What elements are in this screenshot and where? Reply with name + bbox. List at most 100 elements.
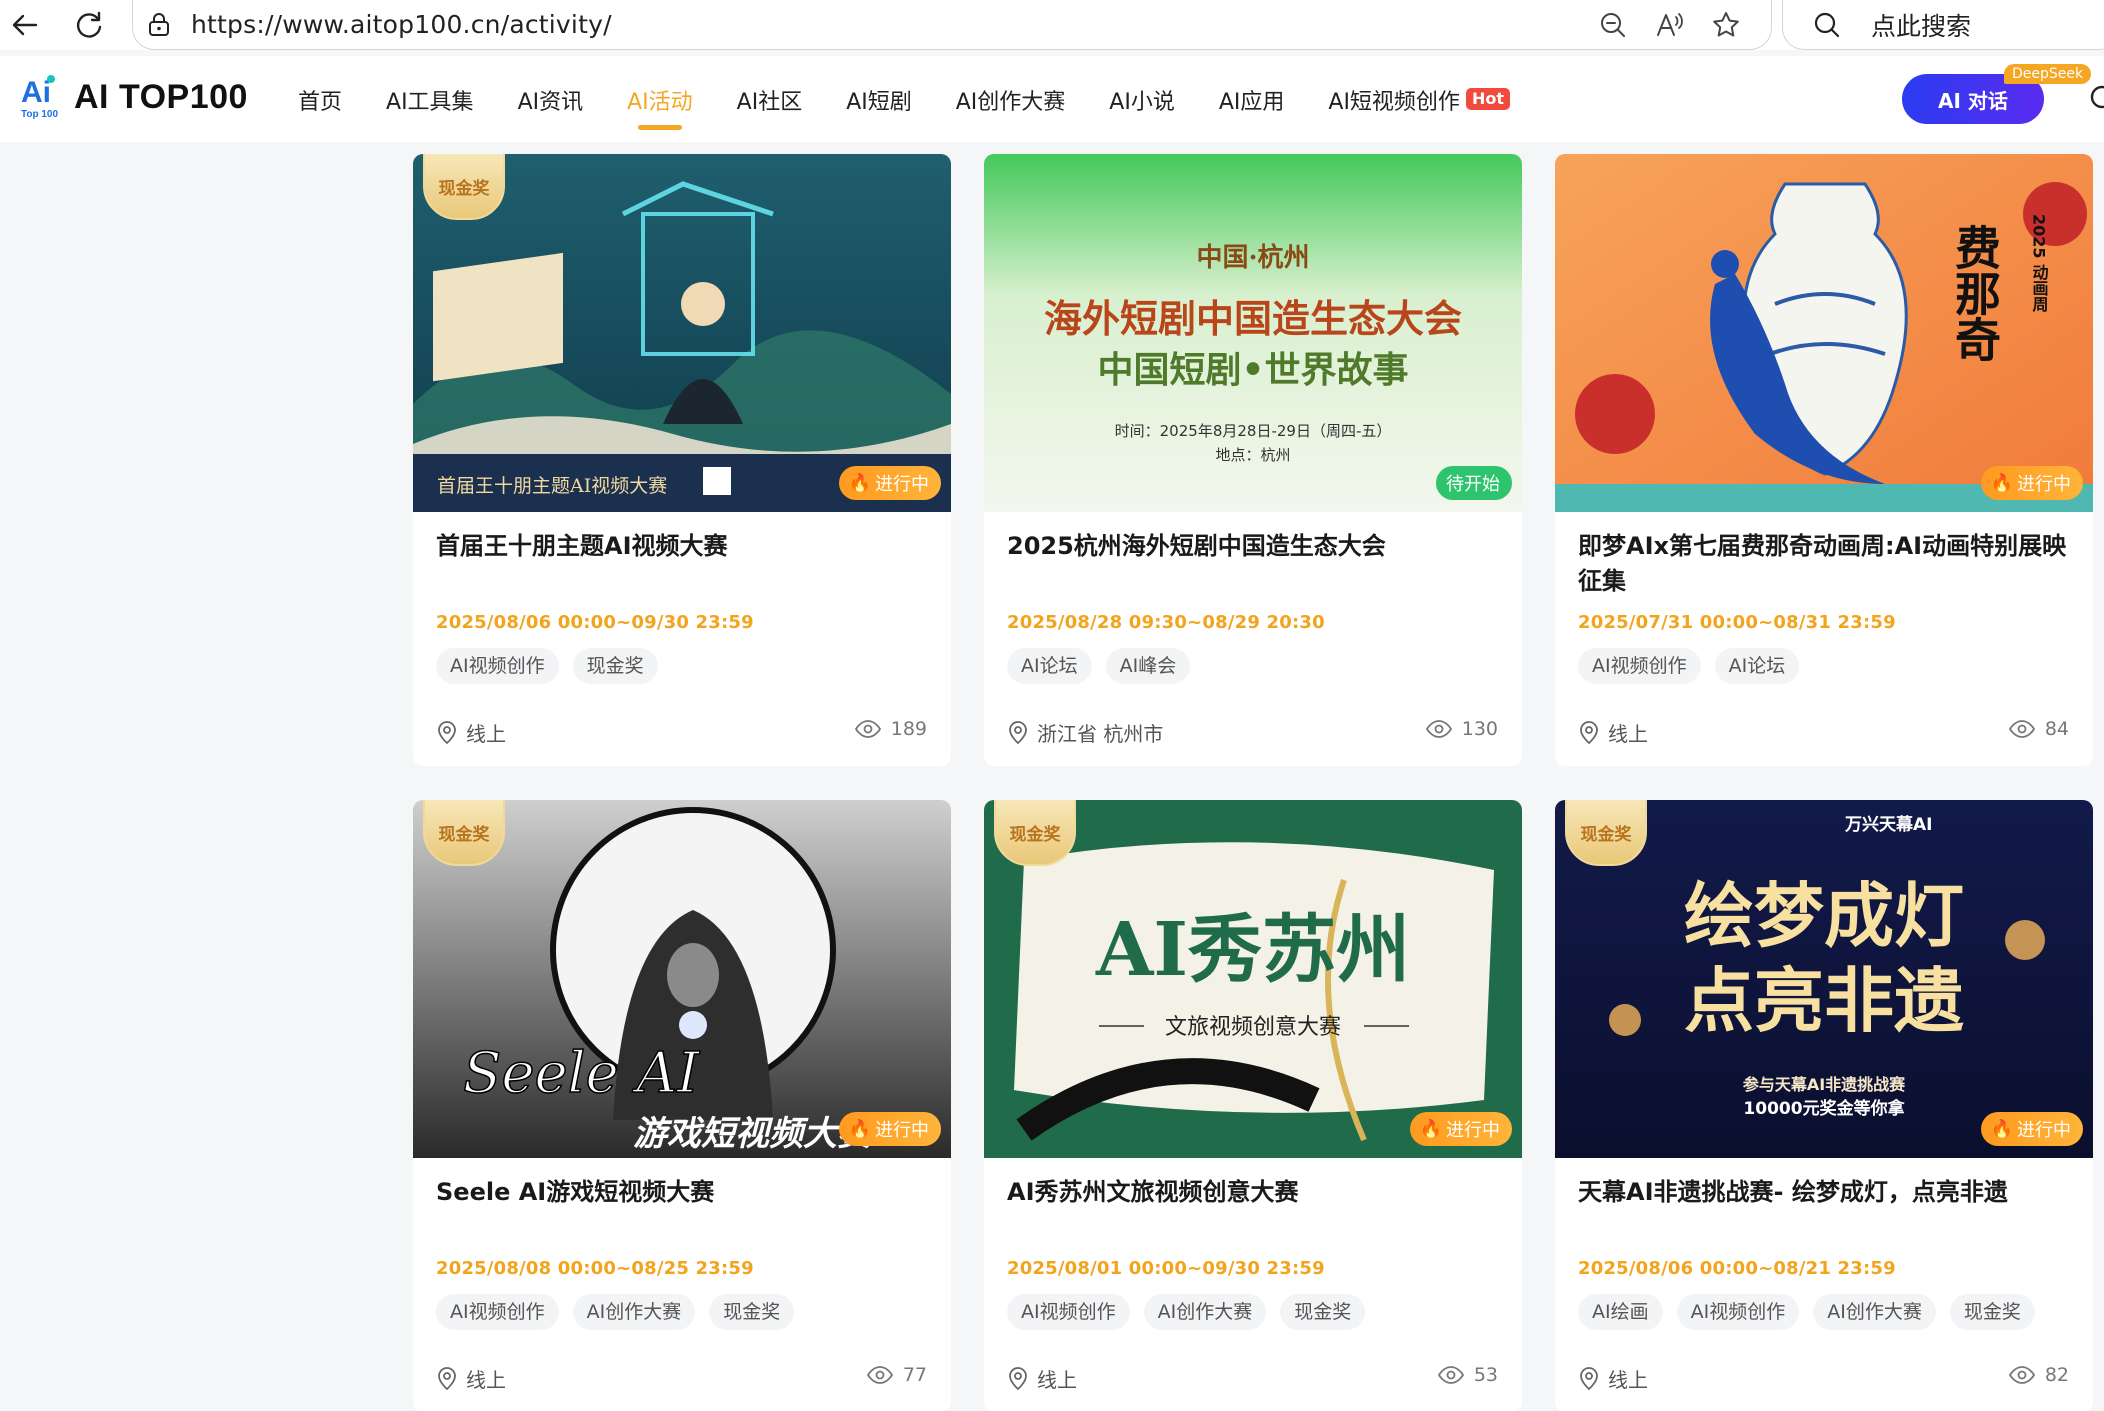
location-text: 线上 [466, 722, 506, 746]
logo-mark: Ai Top 100 [20, 74, 60, 120]
location-pin-icon [438, 720, 456, 744]
card-tags: AI视频创作 现金奖 [436, 648, 658, 684]
svg-text:Seele AI: Seele AI [463, 1041, 701, 1106]
status-badge: 🔥 进行中 [1980, 1112, 2083, 1146]
search-placeholder: 点此搜索 [1871, 11, 1972, 41]
activity-card[interactable]: 中国·杭州 海外短剧中国造生态大会 中国短剧•世界故事 时间：2025年8月28… [984, 154, 1522, 766]
card-title[interactable]: 天幕AI非遗挑战赛- 绘梦成灯，点亮非遗 [1578, 1175, 2074, 1210]
nav-ai-contest[interactable]: AI创作大赛 [934, 84, 1088, 128]
activity-card[interactable]: Seele AI 游戏短视频大赛 现金奖 🔥 进行中 Seele AI游戏短视频大… [413, 800, 951, 1411]
eye-icon [866, 1366, 893, 1384]
tag[interactable]: AI视频创作 [436, 648, 559, 684]
tag[interactable]: 现金奖 [709, 1294, 795, 1330]
card-title[interactable]: 即梦AIx第七届费那奇动画周:AI动画特别展映征集 [1578, 529, 2074, 599]
card-title[interactable]: 2025杭州海外短剧中国造生态大会 [1007, 529, 1503, 564]
views-count: 82 [2044, 1364, 2069, 1386]
views-count: 84 [2044, 718, 2069, 740]
nav-ai-short-video[interactable]: AI短视频创作 Hot [1306, 84, 1532, 128]
status-badge: 🔥 进行中 [1980, 466, 2083, 500]
logo-text: AI TOP100 [74, 77, 248, 116]
fire-icon: 🔥 [1990, 1118, 2013, 1140]
tag[interactable]: 现金奖 [1949, 1294, 2035, 1330]
read-aloud-icon[interactable] [1655, 11, 1685, 39]
main-nav: 首页 AI工具集 AI资讯 AI活动 AI社区 AI短剧 AI创作大赛 AI小说… [276, 84, 1532, 128]
search-icon [1814, 12, 1840, 37]
nav-ai-novel[interactable]: AI小说 [1087, 84, 1197, 128]
svg-text:海外短剧中国造生态大会: 海外短剧中国造生态大会 [1044, 296, 1462, 341]
activity-card[interactable]: 费那奇 2025 动画周 🔥 进行中 即梦AIx第七届费那奇动画周:AI动画特别展… [1555, 154, 2093, 766]
activity-card[interactable]: 万兴天幕AI 绘梦成灯 点亮非遗 参与天幕AI非遗挑战赛 10000元奖金等你拿… [1555, 800, 2093, 1411]
activity-card[interactable]: AI秀苏州 文旅视频创意大赛 现金奖 🔥 进行中 AI秀苏州文旅视频创意大赛 20… [984, 800, 1522, 1411]
fire-icon: 🔥 [1990, 472, 2013, 494]
svg-text:2025 动画周: 2025 动画周 [2030, 214, 2049, 313]
nav-ai-apps[interactable]: AI应用 [1197, 84, 1307, 128]
address-bar[interactable]: https://www.aitop100.cn/activity/ [132, 0, 1772, 50]
ai-logo-icon: Ai Top 100 [21, 75, 58, 120]
tag[interactable]: AI创作大赛 [1813, 1294, 1936, 1330]
header-search-icon[interactable] [2088, 84, 2104, 114]
svg-text:AI秀苏州: AI秀苏州 [1095, 907, 1410, 993]
card-title[interactable]: 首届王十朋主题AI视频大赛 [436, 529, 932, 564]
location-pin-icon [1009, 1366, 1027, 1390]
views-count: 53 [1473, 1364, 1498, 1386]
tag[interactable]: AI创作大赛 [1143, 1294, 1267, 1330]
views-count: 130 [1461, 718, 1498, 740]
cash-prize-ribbon: 现金奖 [423, 800, 505, 866]
tag[interactable]: AI视频创作 [1578, 648, 1701, 684]
site-logo[interactable]: Ai Top 100 AI TOP100 [20, 74, 248, 120]
back-button[interactable] [8, 8, 42, 42]
card-title[interactable]: Seele AI游戏短视频大赛 [436, 1175, 932, 1210]
nav-ai-tools[interactable]: AI工具集 [364, 84, 496, 128]
fire-icon: 🔥 [848, 472, 871, 494]
card-cover-image: 费那奇 2025 动画周 [1555, 154, 2093, 512]
location-text: 线上 [1037, 1368, 1077, 1392]
card-tags: AI视频创作 AI论坛 [1578, 648, 1800, 684]
card-title[interactable]: AI秀苏州文旅视频创意大赛 [1007, 1175, 1503, 1210]
location-pin-icon [1580, 720, 1598, 744]
tag[interactable]: AI创作大赛 [572, 1294, 696, 1330]
zoom-out-icon[interactable] [1599, 11, 1627, 39]
location-pin-icon [438, 1366, 456, 1390]
refresh-button[interactable] [72, 8, 106, 42]
nav-ai-news[interactable]: AI资讯 [496, 84, 606, 128]
nav-ai-activity[interactable]: AI活动 [605, 84, 715, 128]
tag[interactable]: AI峰会 [1105, 648, 1191, 684]
card-views: 77 [866, 1364, 927, 1386]
status-badge: 🔥 进行中 [1409, 1112, 1512, 1146]
svg-text:Top 100: Top 100 [21, 109, 58, 120]
tag[interactable]: AI论坛 [1714, 648, 1800, 684]
favorite-star-icon[interactable] [1711, 10, 1741, 40]
browser-toolbar: https://www.aitop100.cn/activity/ 点此搜索 [0, 0, 2104, 50]
location-text: 浙江省 杭州市 [1037, 722, 1164, 746]
tag[interactable]: AI视频创作 [1676, 1294, 1800, 1330]
browser-search-box[interactable]: 点此搜索 [1782, 0, 2104, 50]
card-tags: AI视频创作 AI创作大赛 现金奖 [1007, 1294, 1366, 1330]
eye-icon [1425, 720, 1452, 738]
tag[interactable]: 现金奖 [572, 648, 658, 684]
eye-icon [854, 720, 881, 738]
activity-card[interactable]: 首届王十朋主题AI视频大赛 现金奖 🔥 进行中 首届王十朋主题AI视频大赛 202… [413, 154, 951, 766]
svg-text:万兴天幕AI: 万兴天幕AI [1844, 814, 1932, 835]
nav-ai-short-drama[interactable]: AI短剧 [824, 84, 934, 128]
status-label: 待开始 [1446, 474, 1500, 495]
card-location: 浙江省 杭州市 [1007, 718, 1163, 747]
fire-icon: 🔥 [848, 1118, 871, 1140]
card-tags: AI视频创作 AI创作大赛 现金奖 [436, 1294, 795, 1330]
card-views: 53 [1437, 1364, 1498, 1386]
card-location: 线上 [1007, 1364, 1077, 1393]
nav-ai-community[interactable]: AI社区 [715, 84, 825, 128]
card-date: 2025/08/06 00:00~08/21 23:59 [1578, 1258, 1896, 1279]
card-tags: AI论坛 AI峰会 [1007, 648, 1191, 684]
card-location: 线上 [1578, 718, 1648, 747]
tag[interactable]: 现金奖 [1280, 1294, 1366, 1330]
tag[interactable]: AI论坛 [1007, 648, 1092, 684]
svg-text:费那奇: 费那奇 [1948, 224, 2002, 362]
tag[interactable]: AI视频创作 [1007, 1294, 1130, 1330]
nav-home[interactable]: 首页 [276, 84, 364, 128]
eye-icon [2008, 720, 2035, 738]
svg-text:地点：杭州: 地点：杭州 [1215, 446, 1290, 464]
tag[interactable]: AI视频创作 [436, 1294, 559, 1330]
site-header: Ai Top 100 AI TOP100 首页 AI工具集 AI资讯 AI活动 … [0, 56, 2104, 142]
location-pin-icon [1580, 1366, 1598, 1390]
tag[interactable]: AI绘画 [1578, 1294, 1663, 1330]
